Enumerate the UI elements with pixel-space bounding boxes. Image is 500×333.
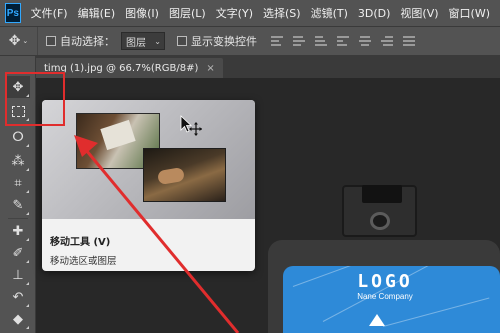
align-bottom-icon[interactable]: [315, 34, 329, 48]
show-transform-label: 显示变换控件: [191, 35, 257, 48]
brush-tool-icon[interactable]: ✐: [6, 242, 30, 264]
annotation-highlight-box: [5, 72, 65, 126]
spot-healing-icon[interactable]: ✚: [6, 220, 30, 242]
show-transform-checkbox[interactable]: [177, 36, 187, 46]
menu-filter[interactable]: 滤镜(T): [311, 5, 348, 21]
auto-select-dropdown[interactable]: 图层 ⌄: [121, 32, 165, 50]
align-right-icon[interactable]: [381, 34, 395, 48]
clone-stamp-icon[interactable]: ⊥: [6, 264, 30, 286]
auto-select-value: 图层: [126, 37, 146, 49]
badge-clip-hole: [370, 212, 390, 230]
menu-window[interactable]: 窗口(W): [449, 5, 490, 21]
history-brush-icon[interactable]: ↶: [6, 286, 30, 308]
app-logo: Ps: [5, 3, 21, 23]
menu-bar: Ps 文件(F) 编辑(E) 图像(I) 图层(L) 文字(Y) 选择(S) 滤…: [0, 0, 500, 26]
menu-edit[interactable]: 编辑(E): [78, 5, 116, 21]
menu-3d[interactable]: 3D(D): [358, 7, 391, 20]
badge-clip-top: [362, 185, 402, 203]
menu-image[interactable]: 图像(I): [125, 5, 159, 21]
tool-tooltip: 移动工具 (V) 移动选区或图层: [42, 100, 255, 271]
magic-wand-icon[interactable]: ⁂: [6, 150, 30, 172]
tooltip-title: 移动工具 (V): [50, 237, 111, 248]
toolbar-divider: [8, 218, 28, 219]
photoshop-window: Ps 文件(F) 编辑(E) 图像(I) 图层(L) 文字(Y) 选择(S) 滤…: [0, 0, 500, 333]
align-top-icon[interactable]: [271, 34, 285, 48]
auto-select-label: 自动选择：: [60, 35, 115, 48]
document-tab-label: timg (1).jpg @ 66.7%(RGB/8#): [44, 62, 199, 74]
chevron-down-icon: ⌄: [154, 36, 161, 46]
align-left-icon[interactable]: [337, 34, 351, 48]
distribute-icon[interactable]: [403, 34, 417, 48]
auto-select-checkbox[interactable]: [46, 36, 56, 46]
preview-paper: [100, 119, 136, 151]
options-bar: ✥ ⌄ 自动选择： 图层 ⌄ 显示变换控件: [0, 26, 500, 56]
badge-logo: LOGO: [357, 271, 413, 292]
badge-company-name: Nane Company: [357, 292, 413, 301]
document-tabs: timg (1).jpg @ 66.7%(RGB/8#) ×: [36, 56, 500, 78]
badge-streak: [382, 297, 490, 327]
badge-arrow-icon: [369, 314, 385, 326]
move-arrows-icon[interactable]: ✥ ⌄: [0, 27, 38, 55]
preview-photo-2: [143, 148, 226, 202]
eyedropper-icon[interactable]: ✎: [6, 194, 30, 216]
lasso-tool-icon[interactable]: ⵔ: [6, 126, 30, 148]
tooltip-preview: [42, 100, 255, 219]
tooltip-description: 移动选区或图层: [50, 256, 117, 267]
menu-view[interactable]: 视图(V): [400, 5, 438, 21]
menu-file[interactable]: 文件(F): [31, 5, 68, 21]
align-center-icon[interactable]: [359, 34, 373, 48]
align-buttons: [271, 34, 425, 48]
menu-type[interactable]: 文字(Y): [216, 5, 253, 21]
menu-layer[interactable]: 图层(L): [169, 5, 206, 21]
move-cursor-icon: [180, 115, 202, 136]
preview-hand: [156, 166, 186, 186]
eraser-icon[interactable]: ◆: [6, 308, 30, 330]
align-middle-icon[interactable]: [293, 34, 307, 48]
crop-tool-icon[interactable]: ⌗: [6, 172, 30, 194]
close-icon[interactable]: ×: [206, 63, 214, 74]
menu-select[interactable]: 选择(S): [263, 5, 301, 21]
